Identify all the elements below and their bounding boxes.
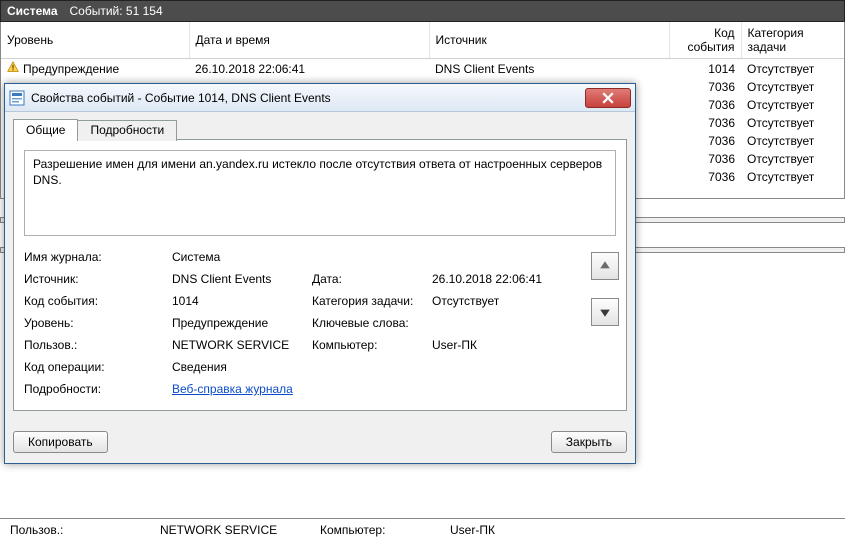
val-level: Предупреждение [172,316,312,330]
ghost-comp-val: User-ПК [450,523,600,537]
cell-event-id: 7036 [669,114,741,132]
dialog-titlebar[interactable]: Свойства событий - Событие 1014, DNS Cli… [5,84,635,112]
val-task: Отсутствует [432,294,592,308]
tab-general[interactable]: Общие [13,119,78,140]
col-source[interactable]: Источник [429,22,669,59]
event-properties-dialog: Свойства событий - Событие 1014, DNS Cli… [4,83,636,464]
val-source: DNS Client Events [172,272,312,286]
lbl-more: Подробности: [24,382,172,396]
ghost-comp-lbl: Компьютер: [320,523,450,537]
event-properties-grid: Имя журнала: Система Источник: DNS Clien… [24,250,616,396]
lbl-computer: Компьютер: [312,338,432,352]
cell-level: Предупреждение [23,62,119,76]
dialog-tabs: Общие Подробности [13,118,627,139]
lbl-source: Источник: [24,272,172,286]
cell-source: DNS Client Events [429,59,669,79]
table-row[interactable]: Предупреждение 26.10.2018 22:06:41DNS Cli… [1,59,845,79]
cell-event-id: 7036 [669,132,741,150]
ghost-user-val: NETWORK SERVICE [160,523,320,537]
cell-task: Отсутствует [741,96,845,114]
tab-general-page: Разрешение имен для имени an.yandex.ru и… [13,139,627,411]
lbl-opcode: Код операции: [24,360,172,374]
cell-task: Отсутствует [741,132,845,150]
lbl-log: Имя журнала: [24,250,172,264]
help-link[interactable]: Веб-справка журнала [172,382,293,396]
cell-task: Отсутствует [741,168,845,186]
lbl-user: Пользов.: [24,338,172,352]
val-user: NETWORK SERVICE [172,338,312,352]
cell-task: Отсутствует [741,114,845,132]
lbl-event-id: Код события: [24,294,172,308]
cell-event-id: 7036 [669,168,741,186]
cell-event-id: 7036 [669,78,741,96]
val-log: Система [172,250,312,264]
val-computer: User-ПК [432,338,592,352]
lbl-level: Уровень: [24,316,172,330]
prev-event-button[interactable] [591,252,619,280]
col-event-id[interactable]: Код события [669,22,741,59]
copy-button[interactable]: Копировать [13,431,108,453]
events-count: Событий: 51 154 [70,4,163,18]
dialog-title: Свойства событий - Событие 1014, DNS Cli… [31,91,585,105]
cell-datetime: 26.10.2018 22:06:41 [189,59,429,79]
log-name: Система [7,4,58,18]
next-event-button[interactable] [591,298,619,326]
cell-event-id: 1014 [669,59,741,79]
cell-task: Отсутствует [741,78,845,96]
cell-event-id: 7036 [669,150,741,168]
ghost-user-lbl: Пользов.: [10,523,160,537]
event-icon [9,90,25,106]
val-opcode: Сведения [172,360,312,374]
lbl-date: Дата: [312,272,432,286]
arrow-up-icon [599,260,611,272]
lbl-task: Категория задачи: [312,294,432,308]
col-level[interactable]: Уровень [1,22,189,59]
background-detail-row: Пользов.: NETWORK SERVICE Компьютер: Use… [0,518,845,541]
log-header: Система Событий: 51 154 [0,0,845,22]
cell-task: Отсутствует [741,150,845,168]
close-dialog-button[interactable]: Закрыть [551,431,627,453]
val-keywords [432,316,592,330]
tab-details[interactable]: Подробности [77,120,177,141]
close-button[interactable] [585,88,631,108]
cell-task: Отсутствует [741,59,845,79]
val-event-id: 1014 [172,294,312,308]
lbl-keywords: Ключевые слова: [312,316,432,330]
close-icon [602,92,614,104]
col-datetime[interactable]: Дата и время [189,22,429,59]
val-date: 26.10.2018 22:06:41 [432,272,592,286]
event-description[interactable]: Разрешение имен для имени an.yandex.ru и… [24,150,616,236]
arrow-down-icon [599,306,611,318]
cell-event-id: 7036 [669,96,741,114]
col-task[interactable]: Категория задачи [741,22,845,59]
warning-icon [7,61,19,76]
